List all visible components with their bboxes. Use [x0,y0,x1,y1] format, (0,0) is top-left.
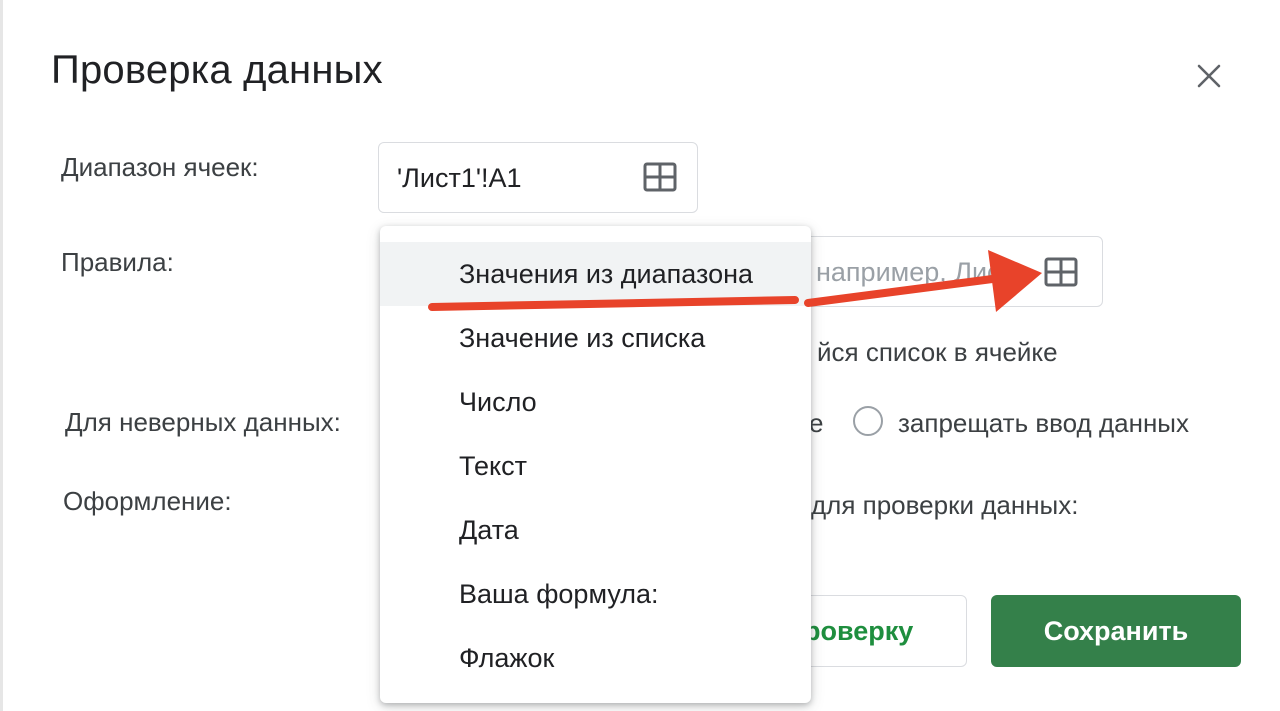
menu-item-number[interactable]: Число [380,370,811,434]
dialog-title: Проверка данных [51,48,383,92]
criteria-dropdown-menu: Значения из диапазона Значение из списка… [380,226,811,703]
menu-item-custom-formula[interactable]: Ваша формула: [380,562,811,626]
show-dropdown-label: йся список в ячейке [817,337,1058,367]
deny-input-radio[interactable] [853,406,883,436]
select-range-icon[interactable] [643,162,677,192]
appearance-label: Оформление: [63,486,232,516]
remove-validation-label: роверку [804,616,914,646]
criteria-range-input[interactable]: например, Лист1 [763,236,1103,307]
range-value: 'Лист1'!A1 [397,163,522,193]
deny-input-label: запрещать ввод данных [898,408,1189,438]
menu-item-checkbox[interactable]: Флажок [380,626,811,690]
menu-item-date[interactable]: Дата [380,498,811,562]
show-warning-label: е [809,408,824,438]
appearance-help-label: для проверки данных: [811,490,1079,520]
close-icon[interactable] [1191,58,1227,94]
select-range-icon[interactable] [1044,257,1078,287]
menu-item-range-values[interactable]: Значения из диапазона [380,242,811,306]
save-button[interactable]: Сохранить [991,595,1241,667]
invalid-data-label: Для неверных данных: [65,407,341,437]
rules-label: Правила: [61,247,174,277]
menu-item-text[interactable]: Текст [380,434,811,498]
criteria-placeholder: например, Лист1 [816,257,1016,287]
menu-item-list-values[interactable]: Значение из списка [380,306,811,370]
range-label: Диапазон ячеек: [61,152,259,182]
range-input[interactable]: 'Лист1'!A1 [378,142,698,213]
